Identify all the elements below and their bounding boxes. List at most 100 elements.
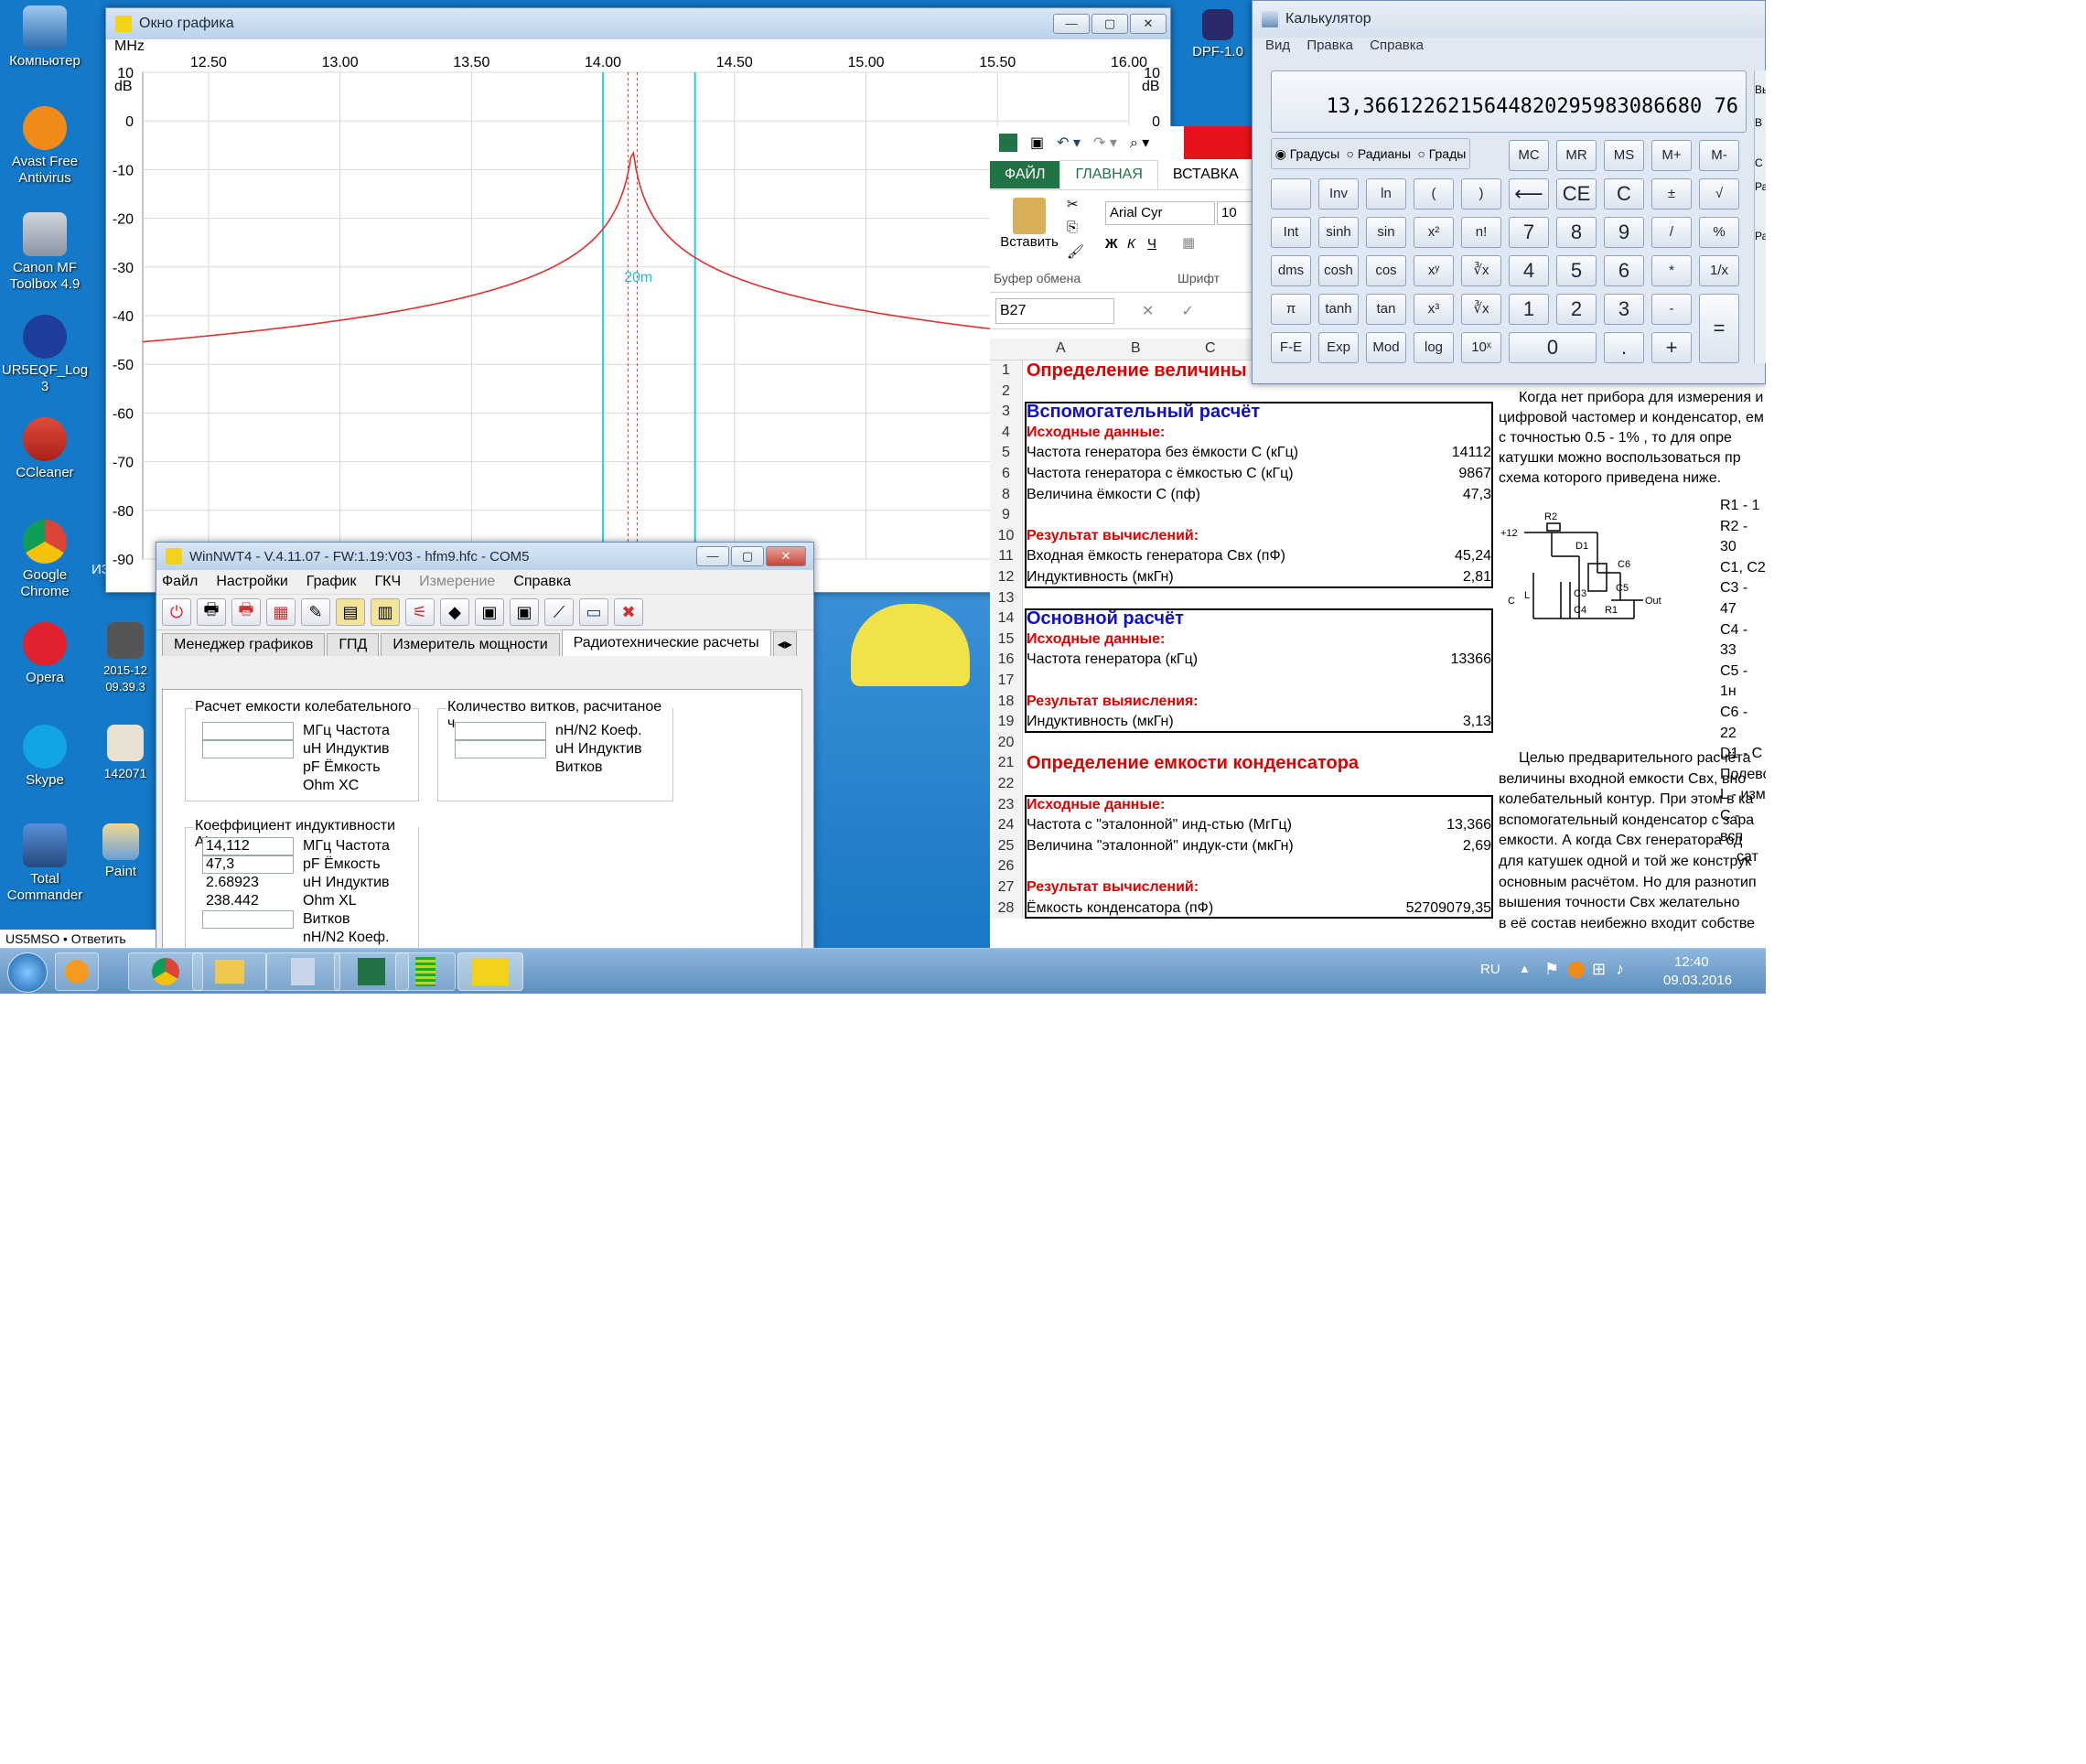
save-icon[interactable]: ▭ bbox=[579, 598, 608, 626]
calc-key[interactable]: / bbox=[1651, 217, 1692, 248]
row-header[interactable]: 17 bbox=[990, 671, 1023, 692]
row-header[interactable]: 9 bbox=[990, 505, 1023, 526]
paste-button[interactable]: Вставить bbox=[997, 198, 1061, 250]
radio-radians[interactable]: ○ Радианы bbox=[1346, 146, 1411, 161]
tab-insert[interactable]: ВСТАВКА bbox=[1158, 161, 1253, 188]
calc-key[interactable]: cosh bbox=[1318, 255, 1359, 286]
al-turns-input[interactable] bbox=[202, 910, 294, 929]
nwt-maximize-button[interactable]: ▢ bbox=[731, 546, 764, 566]
chart-yellow-icon[interactable]: ▤ bbox=[336, 598, 365, 626]
al-capacity-input[interactable]: 47,3 bbox=[202, 855, 294, 874]
calc-key[interactable]: C bbox=[1604, 178, 1644, 210]
excel-icon[interactable] bbox=[999, 134, 1017, 152]
calc-key[interactable]: cos bbox=[1366, 255, 1406, 286]
power-icon[interactable]: ⏻ bbox=[162, 598, 191, 626]
calc-key[interactable]: 3 bbox=[1604, 294, 1644, 325]
close-file-icon[interactable]: ✖ bbox=[614, 598, 643, 626]
cell-label[interactable]: Определение величины bbox=[1027, 360, 1247, 381]
desktop-icon-skype[interactable]: Skype bbox=[0, 725, 90, 789]
row-header[interactable]: 6 bbox=[990, 464, 1023, 485]
undo-icon[interactable]: ↶ ▾ bbox=[1057, 134, 1081, 152]
calc-key[interactable]: + bbox=[1651, 332, 1692, 363]
desktop-icon-avast[interactable]: Avast Free Antivirus bbox=[0, 106, 90, 187]
nwt-minimize-button[interactable]: — bbox=[696, 546, 729, 566]
calc-key[interactable]: √ bbox=[1699, 178, 1739, 210]
calc-key[interactable]: tanh bbox=[1318, 294, 1359, 325]
calc-key[interactable]: . bbox=[1604, 332, 1644, 363]
tab-power-meter[interactable]: Измеритель мощности bbox=[381, 633, 560, 656]
row-header[interactable]: 12 bbox=[990, 567, 1023, 588]
calc-key-mem[interactable]: M- bbox=[1699, 140, 1739, 171]
col-c[interactable]: C bbox=[1205, 340, 1216, 357]
row-header[interactable]: 19 bbox=[990, 712, 1023, 733]
calc-key[interactable]: ( bbox=[1414, 178, 1454, 210]
calc-key[interactable]: CE bbox=[1556, 178, 1597, 210]
freq-input[interactable] bbox=[202, 722, 294, 740]
calc-key[interactable]: x² bbox=[1414, 217, 1454, 248]
font-name-select[interactable]: Arial Cyr bbox=[1105, 201, 1215, 225]
calc-key[interactable]: * bbox=[1651, 255, 1692, 286]
calc-menu-edit[interactable]: Правка bbox=[1306, 38, 1353, 53]
language-indicator[interactable]: RU bbox=[1480, 962, 1500, 977]
row-header[interactable]: 16 bbox=[990, 650, 1023, 671]
calc-key[interactable]: π bbox=[1271, 294, 1311, 325]
menu-help[interactable]: Справка bbox=[513, 574, 571, 590]
calc-menu-help[interactable]: Справка bbox=[1370, 38, 1424, 53]
font-size-select[interactable]: 10 bbox=[1217, 201, 1253, 225]
cell-label[interactable]: Определение емкости конденсатора bbox=[1027, 753, 1359, 773]
print-icon[interactable]: 🖶 bbox=[197, 598, 226, 626]
radio-degrees[interactable]: ◉ Градусы bbox=[1275, 146, 1340, 162]
col-a[interactable]: A bbox=[1056, 340, 1066, 357]
italic-button[interactable]: К bbox=[1127, 236, 1135, 252]
cut-icon[interactable]: ✂ bbox=[1067, 196, 1079, 212]
name-box[interactable]: B27 bbox=[995, 297, 1114, 324]
row-header[interactable]: 26 bbox=[990, 856, 1023, 877]
row-header[interactable]: 5 bbox=[990, 443, 1023, 464]
nwt-close-button[interactable]: ✕ bbox=[766, 546, 806, 566]
taskbar-calculator[interactable] bbox=[265, 952, 340, 991]
row-header[interactable]: 8 bbox=[990, 484, 1023, 506]
menu-measure[interactable]: Измерение bbox=[419, 574, 495, 590]
calc-key[interactable]: x³ bbox=[1414, 294, 1454, 325]
desktop-icon-file-2015[interactable]: 2015-12 09.39.3 bbox=[91, 622, 159, 695]
calc-key[interactable]: - bbox=[1651, 294, 1692, 325]
calc-key[interactable]: 6 bbox=[1604, 255, 1644, 286]
sweep-icon[interactable]: ▦ bbox=[266, 598, 296, 626]
calc-key[interactable]: % bbox=[1699, 217, 1739, 248]
taskbar-app-coil[interactable] bbox=[395, 952, 456, 991]
format-painter-icon[interactable]: 🖌 bbox=[1067, 243, 1084, 260]
row-header[interactable]: 22 bbox=[990, 774, 1023, 795]
taskbar-explorer[interactable] bbox=[192, 952, 267, 991]
calc-key[interactable]: 2 bbox=[1556, 294, 1597, 325]
row-header[interactable]: 11 bbox=[990, 546, 1023, 567]
row-header[interactable]: 18 bbox=[990, 691, 1023, 713]
calc-key[interactable]: Int bbox=[1271, 217, 1311, 248]
calc-key[interactable]: F-E bbox=[1271, 332, 1311, 363]
calc-key[interactable]: 10ˣ bbox=[1461, 332, 1501, 363]
calc-key-mem[interactable]: MR bbox=[1556, 140, 1597, 171]
calc-key[interactable]: 7 bbox=[1509, 217, 1549, 248]
calc-titlebar[interactable]: Калькулятор bbox=[1253, 1, 1765, 38]
calc-key[interactable]: 5 bbox=[1556, 255, 1597, 286]
calc-key[interactable]: sinh bbox=[1318, 217, 1359, 248]
row-header[interactable]: 15 bbox=[990, 629, 1023, 651]
calc-key[interactable] bbox=[1271, 178, 1311, 210]
clock-time[interactable]: 12:40 bbox=[1674, 954, 1709, 970]
calc-menu-view[interactable]: Вид bbox=[1265, 38, 1290, 53]
cube-icon[interactable]: ▣ bbox=[475, 598, 504, 626]
menu-settings[interactable]: Настройки bbox=[216, 574, 287, 590]
row-header[interactable]: 13 bbox=[990, 587, 1023, 609]
redo-icon[interactable]: ↷ ▾ bbox=[1093, 134, 1117, 152]
copy-icon[interactable]: ⎘ bbox=[1067, 220, 1078, 235]
row-header[interactable]: 24 bbox=[990, 815, 1023, 836]
desktop-icon-opera[interactable]: Opera bbox=[0, 622, 90, 686]
tray-avast-icon[interactable] bbox=[1568, 962, 1585, 978]
al-freq-input[interactable]: 14,112 bbox=[202, 837, 294, 855]
desktop-icon-canon[interactable]: Canon MF Toolbox 4.9 bbox=[0, 212, 90, 293]
calc-key[interactable]: 4 bbox=[1509, 255, 1549, 286]
calc-key[interactable]: Exp bbox=[1318, 332, 1359, 363]
al-input[interactable] bbox=[455, 722, 546, 740]
graph-close-button[interactable]: ✕ bbox=[1130, 14, 1167, 34]
row-header[interactable]: 25 bbox=[990, 835, 1023, 857]
taskbar-media-player[interactable] bbox=[55, 952, 99, 991]
